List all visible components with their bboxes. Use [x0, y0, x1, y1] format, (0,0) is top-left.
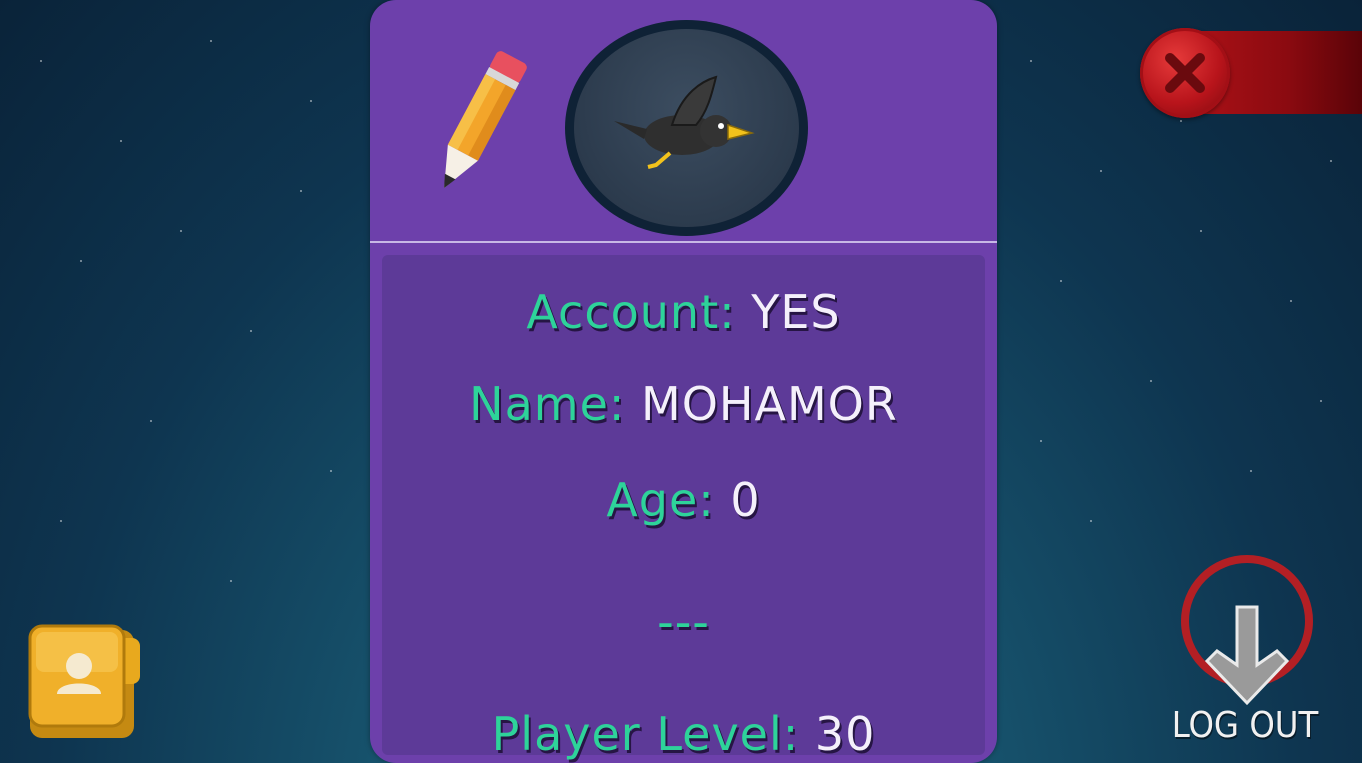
header-divider — [370, 241, 997, 243]
separator-text: --- — [657, 595, 710, 649]
player-level-label: Player Level: — [491, 707, 800, 761]
crow-avatar-icon — [613, 75, 755, 169]
account-row: Account: YES — [382, 285, 985, 339]
age-value: 0 — [730, 473, 761, 527]
name-row: Name: MOHAMOR — [382, 377, 985, 431]
profile-header — [370, 0, 997, 241]
profile-info-panel: Account: YES Name: MOHAMOR Age: 0 --- Pl… — [382, 255, 985, 761]
close-x-icon — [1165, 53, 1205, 93]
player-level-value: 30 — [814, 707, 876, 761]
age-label: Age: — [606, 473, 715, 527]
player-level-row: Player Level: 30 — [382, 707, 985, 761]
close-button[interactable] — [1140, 28, 1230, 118]
logout-button[interactable]: LOG OUT — [1160, 555, 1330, 755]
name-value: MOHAMOR — [641, 377, 898, 431]
profile-folder-button[interactable] — [26, 622, 146, 742]
name-label: Name: — [469, 377, 626, 431]
pencil-icon[interactable] — [418, 38, 538, 203]
logout-label: LOG OUT — [1171, 705, 1319, 746]
account-value: YES — [751, 285, 841, 339]
logout-arrow-icon — [1181, 555, 1313, 706]
profile-folder-icon — [28, 624, 140, 738]
avatar-image — [574, 29, 799, 227]
profile-card: Account: YES Name: MOHAMOR Age: 0 --- Pl… — [370, 0, 997, 763]
account-label: Account: — [526, 285, 736, 339]
avatar[interactable] — [565, 20, 808, 236]
age-row: Age: 0 — [382, 473, 985, 527]
